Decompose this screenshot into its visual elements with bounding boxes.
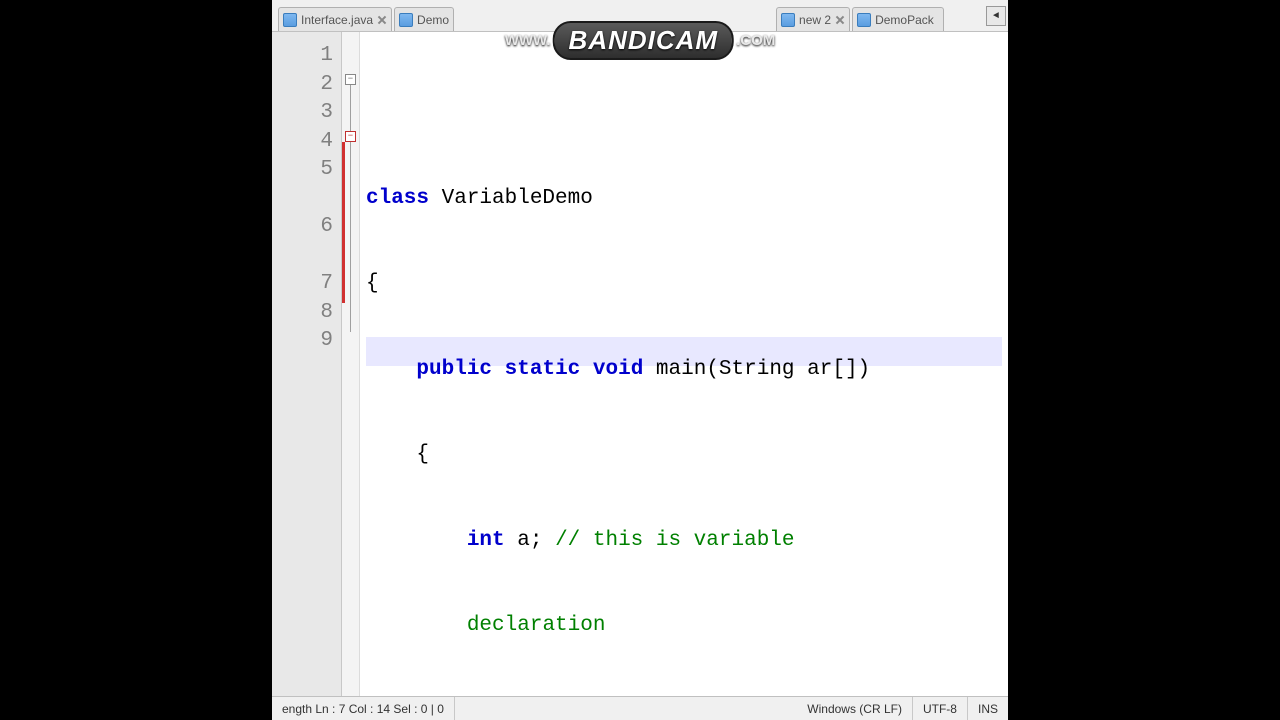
line-number: 8 [272, 299, 333, 328]
editor-window: Interface.java Demo new 2 DemoPack ◄ 1 2… [272, 0, 1008, 720]
file-icon [399, 13, 413, 27]
tab-demo[interactable]: Demo [394, 7, 454, 31]
line-number: 3 [272, 99, 333, 128]
fold-toggle-icon[interactable]: − [345, 74, 356, 85]
close-icon[interactable] [377, 15, 387, 25]
fold-guide [350, 85, 351, 332]
file-icon [283, 13, 297, 27]
tab-interface-java[interactable]: Interface.java [278, 7, 392, 31]
line-number: 7 [272, 270, 333, 299]
tab-label: Demo [417, 13, 449, 27]
line-number: 5 [272, 156, 333, 185]
change-marker [342, 142, 345, 303]
line-number-gutter: 1 2 3 4 5 6 7 8 9 [272, 32, 342, 696]
code-area[interactable]: class VariableDemo { public static void … [360, 32, 1008, 696]
status-encoding[interactable]: UTF-8 [913, 697, 968, 720]
status-insert-mode[interactable]: INS [968, 697, 1008, 720]
status-position: ength Ln : 7 Col : 14 Sel : 0 | 0 [272, 697, 455, 720]
tab-label: new 2 [799, 13, 831, 27]
code-line: public static void main(String ar[]) [366, 356, 1002, 385]
line-number: 2 [272, 71, 333, 100]
code-line: int a; // this is variable [366, 527, 1002, 556]
tab-bar: Interface.java Demo new 2 DemoPack ◄ [272, 0, 1008, 32]
file-icon [781, 13, 795, 27]
fold-gutter: − − [342, 32, 360, 696]
tab-scroll-left-button[interactable]: ◄ [986, 6, 1006, 26]
code-line: { [366, 270, 1002, 299]
code-editor[interactable]: 1 2 3 4 5 6 7 8 9 − − class VariableDemo… [272, 32, 1008, 696]
code-line: class VariableDemo [366, 185, 1002, 214]
tab-label: Interface.java [301, 13, 373, 27]
tab-label: DemoPack [875, 13, 934, 27]
code-line: { [366, 441, 1002, 470]
line-number: 6 [272, 213, 333, 242]
status-eol[interactable]: Windows (CR LF) [797, 697, 913, 720]
close-icon[interactable] [835, 15, 845, 25]
line-number: 1 [272, 42, 333, 71]
fold-toggle-icon[interactable]: − [345, 131, 356, 142]
line-number: 4 [272, 128, 333, 157]
code-line: declaration [366, 612, 1002, 641]
line-number: 9 [272, 327, 333, 356]
file-icon [857, 13, 871, 27]
status-bar: ength Ln : 7 Col : 14 Sel : 0 | 0 Window… [272, 696, 1008, 720]
tab-demopack[interactable]: DemoPack [852, 7, 944, 31]
tab-new-2[interactable]: new 2 [776, 7, 850, 31]
